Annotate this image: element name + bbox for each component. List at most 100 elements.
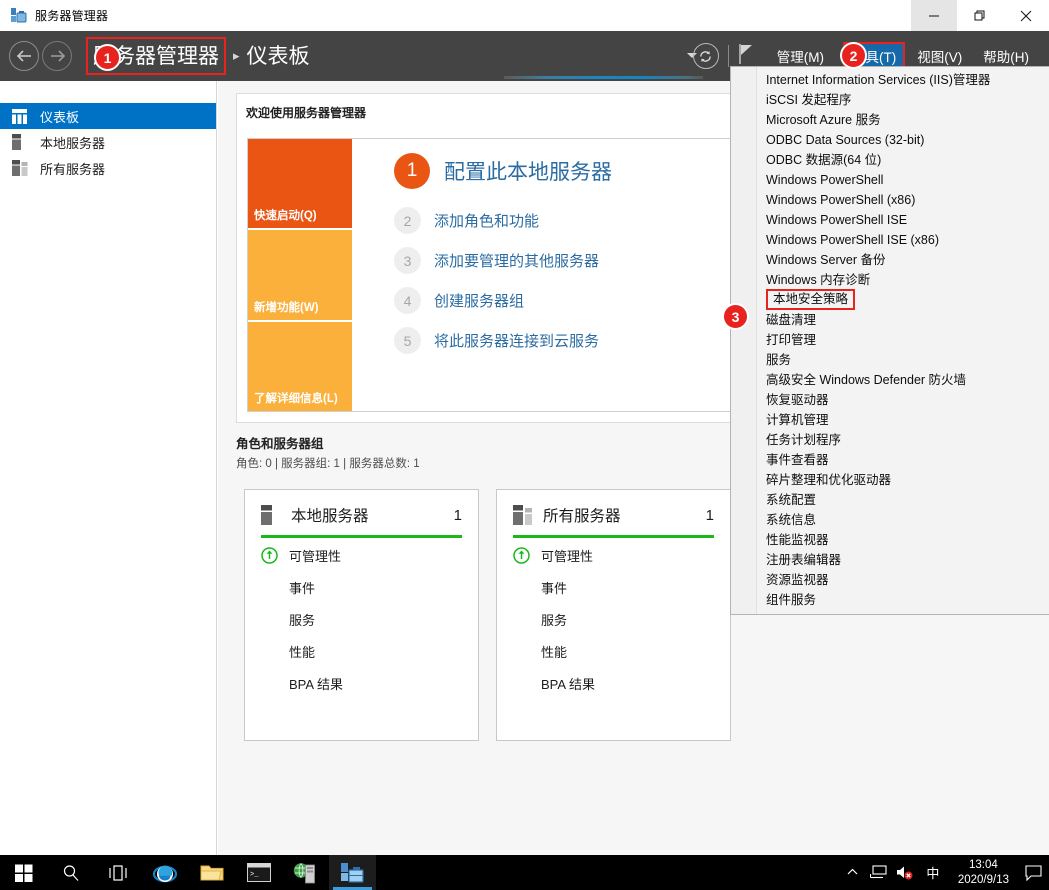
card-row-label: 事件: [541, 580, 568, 596]
tile-quick-start[interactable]: 快速启动(Q): [248, 139, 352, 231]
menu-item-iis-manager[interactable]: Internet Information Services (IIS)管理器: [731, 70, 1049, 90]
taskbar-file-explorer[interactable]: [188, 855, 235, 890]
menu-item-local-security-policy[interactable]: 本地安全策略: [731, 289, 1049, 310]
server-manager-icon: [9, 7, 27, 25]
menu-item-print-management[interactable]: 打印管理: [731, 330, 1049, 350]
card-local-server[interactable]: 本地服务器 1 可管理性 事件 服务 性能 BPA 结果: [244, 489, 479, 741]
card-row[interactable]: 事件: [261, 572, 462, 602]
quick-tiles: 快速启动(Q) 新增功能(W) 了解详细信息(L): [248, 139, 352, 411]
card-row[interactable]: 性能: [261, 636, 462, 666]
step-number: 3: [394, 247, 421, 274]
menu-item-label: 磁盘清理: [766, 313, 817, 327]
card-header: 所有服务器 1: [513, 504, 714, 526]
menu-item-resource-monitor[interactable]: 资源监视器: [731, 570, 1049, 590]
card-row[interactable]: BPA 结果: [261, 668, 462, 698]
menu-item-windows-powershell-x86[interactable]: Windows PowerShell (x86): [731, 190, 1049, 210]
sidebar-item-all-servers[interactable]: 所有服务器: [0, 155, 216, 181]
menu-item-windows-defender-firewall[interactable]: 高级安全 Windows Defender 防火墙: [731, 370, 1049, 390]
back-arrow-icon[interactable]: [9, 41, 39, 71]
step-label[interactable]: 添加角色和功能: [434, 210, 539, 231]
card-row[interactable]: 性能: [513, 636, 714, 666]
menu-item-label: Windows 内存诊断: [766, 273, 871, 287]
menu-item-defragment-optimize-drives[interactable]: 碎片整理和优化驱动器: [731, 470, 1049, 490]
step-number: 1: [394, 153, 430, 189]
tile-whats-new[interactable]: 新增功能(W): [248, 230, 352, 322]
system-tray: 中 13:04 2020/9/13: [840, 855, 1049, 890]
menu-item-microsoft-azure-services[interactable]: Microsoft Azure 服务: [731, 110, 1049, 130]
menu-item-event-viewer[interactable]: 事件查看器: [731, 450, 1049, 470]
menu-item-odbc-data-sources-64[interactable]: ODBC 数据源(64 位): [731, 150, 1049, 170]
card-row-label: 可管理性: [541, 548, 594, 564]
dashboard-icon: [12, 108, 34, 124]
manageability-ok-icon: [513, 546, 537, 564]
menu-item-system-configuration[interactable]: 系统配置: [731, 490, 1049, 510]
menu-item-iscsi-initiator[interactable]: iSCSI 发起程序: [731, 90, 1049, 110]
menu-item-label: Windows PowerShell (x86): [766, 193, 916, 207]
card-row[interactable]: BPA 结果: [513, 668, 714, 698]
card-title: 本地服务器: [291, 508, 369, 525]
menu-item-windows-powershell-ise[interactable]: Windows PowerShell ISE: [731, 210, 1049, 230]
card-row-label: 服务: [289, 612, 316, 628]
step-label[interactable]: 将此服务器连接到云服务: [434, 330, 599, 351]
menu-item-computer-management[interactable]: 计算机管理: [731, 410, 1049, 430]
sidebar-item-local-server[interactable]: 本地服务器: [0, 129, 216, 155]
menu-item-task-scheduler[interactable]: 任务计划程序: [731, 430, 1049, 450]
local-server-icon: [12, 134, 34, 150]
network-icon[interactable]: [866, 855, 892, 890]
sidebar: 仪表板 本地服务器 所有服务器: [0, 81, 217, 855]
roles-section-header: 角色和服务器组 角色: 0 | 服务器组: 1 | 服务器总数: 1: [236, 433, 420, 471]
breadcrumb-leaf[interactable]: 仪表板: [247, 40, 310, 70]
menu-item-label: 资源监视器: [766, 573, 829, 587]
card-row[interactable]: 服务: [513, 604, 714, 634]
search-area[interactable]: [490, 31, 715, 81]
ime-indicator[interactable]: 中: [918, 863, 948, 882]
task-view-button[interactable]: [94, 855, 141, 890]
step-number: 2: [394, 207, 421, 234]
refresh-icon[interactable]: [692, 43, 719, 69]
sidebar-item-dashboard[interactable]: 仪表板: [0, 103, 216, 129]
menu-item-component-services[interactable]: 组件服务: [731, 590, 1049, 610]
taskbar-command-prompt[interactable]: >_: [235, 855, 282, 890]
taskbar-network-server[interactable]: [282, 855, 329, 890]
maximize-button[interactable]: [957, 0, 1003, 31]
menu-item-label: 高级安全 Windows Defender 防火墙: [766, 373, 967, 387]
minimize-button[interactable]: [911, 0, 957, 31]
svg-text:>_: >_: [250, 871, 259, 879]
menu-item-disk-cleanup[interactable]: 磁盘清理: [731, 310, 1049, 330]
show-hidden-icons-chevron[interactable]: [840, 855, 866, 890]
menu-item-label: 任务计划程序: [766, 433, 842, 447]
forward-arrow-icon[interactable]: [42, 41, 72, 71]
menu-item-recovery-drive[interactable]: 恢复驱动器: [731, 390, 1049, 410]
menu-item-windows-powershell[interactable]: Windows PowerShell: [731, 170, 1049, 190]
card-all-servers[interactable]: 所有服务器 1 可管理性 事件 服务 性能 BPA 结果: [496, 489, 731, 741]
menu-item-registry-editor[interactable]: 注册表编辑器: [731, 550, 1049, 570]
taskbar-search[interactable]: [47, 855, 94, 890]
card-row[interactable]: 事件: [513, 572, 714, 602]
card-row[interactable]: 可管理性: [513, 540, 714, 570]
step-label[interactable]: 添加要管理的其他服务器: [434, 250, 599, 271]
action-center-icon[interactable]: [1017, 864, 1049, 881]
window-controls: [911, 0, 1049, 31]
volume-muted-icon[interactable]: [892, 855, 918, 890]
menu-item-windows-powershell-ise-x86[interactable]: Windows PowerShell ISE (x86): [731, 230, 1049, 250]
tile-label: 快速启动(Q): [254, 210, 317, 223]
tile-learn-more[interactable]: 了解详细信息(L): [248, 321, 352, 411]
step-label[interactable]: 创建服务器组: [434, 290, 524, 311]
menu-item-performance-monitor[interactable]: 性能监视器: [731, 530, 1049, 550]
close-button[interactable]: [1003, 0, 1049, 31]
step-number: 5: [394, 327, 421, 354]
card-row-label: 性能: [541, 644, 568, 660]
menu-item-services[interactable]: 服务: [731, 350, 1049, 370]
taskbar-clock[interactable]: 13:04 2020/9/13: [948, 858, 1017, 888]
step-label[interactable]: 配置此本地服务器: [444, 156, 612, 186]
menu-item-windows-memory-diagnostic[interactable]: Windows 内存诊断: [731, 270, 1049, 290]
card-row[interactable]: 服务: [261, 604, 462, 634]
start-button[interactable]: [0, 855, 47, 890]
menu-item-windows-server-backup[interactable]: Windows Server 备份: [731, 250, 1049, 270]
card-count: 1: [705, 506, 714, 524]
menu-item-odbc-data-sources-32[interactable]: ODBC Data Sources (32-bit): [731, 130, 1049, 150]
taskbar-server-manager[interactable]: [329, 855, 376, 890]
card-row[interactable]: 可管理性: [261, 540, 462, 570]
menu-item-system-information[interactable]: 系统信息: [731, 510, 1049, 530]
taskbar-internet-explorer[interactable]: [141, 855, 188, 890]
